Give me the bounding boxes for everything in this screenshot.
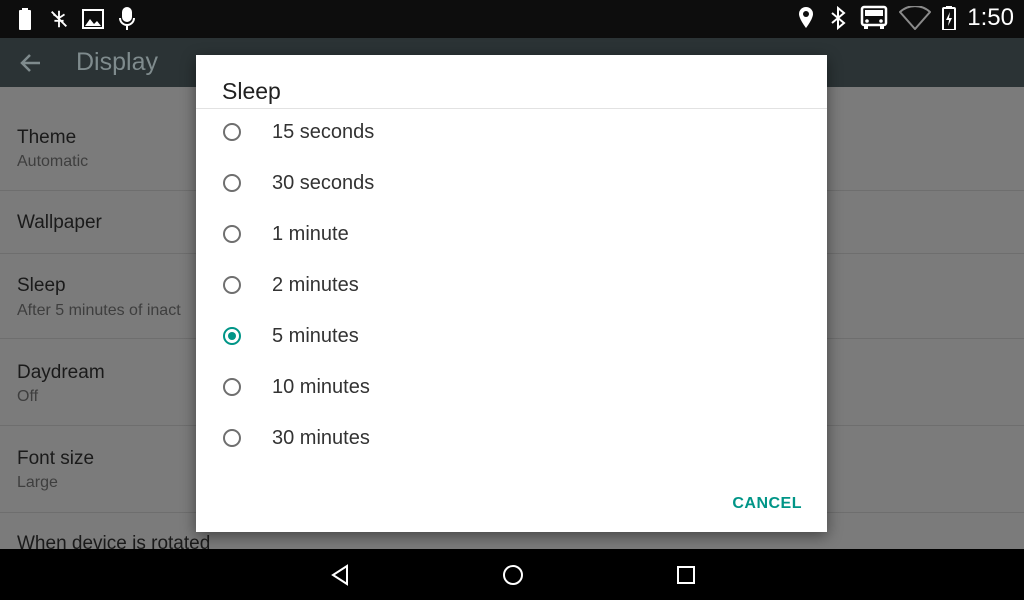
wifi-icon [899, 6, 932, 30]
radio-button[interactable] [223, 225, 241, 243]
navigation-bar [0, 549, 1024, 600]
car-mode-icon [859, 5, 889, 30]
back-arrow-icon[interactable] [18, 50, 44, 76]
option-label: 30 minutes [272, 427, 370, 449]
status-bar: 1:50 [0, 0, 1024, 38]
settings-item-title: Daydream [17, 362, 105, 383]
radio-button[interactable] [223, 276, 241, 294]
status-bar-left-icons [14, 7, 138, 31]
settings-item-subtitle: Automatic [17, 153, 89, 170]
option-label: 1 minute [272, 223, 349, 245]
radio-button-checked[interactable] [223, 327, 241, 345]
sleep-option-15-seconds[interactable]: 15 seconds [196, 109, 827, 160]
battery-icon [14, 7, 36, 31]
sleep-option-1-minute[interactable]: 1 minute [196, 211, 827, 262]
sleep-dialog: Sleep 15 seconds 30 seconds 1 minute 2 m… [196, 55, 827, 532]
recents-icon[interactable] [673, 562, 699, 588]
radio-button[interactable] [223, 174, 241, 192]
sleep-option-10-minutes[interactable]: 10 minutes [196, 364, 827, 415]
bluetooth-icon [827, 6, 849, 30]
option-label: 10 minutes [272, 376, 370, 398]
image-icon [82, 7, 104, 31]
location-icon [795, 6, 817, 30]
radio-button[interactable] [223, 429, 241, 447]
radio-button[interactable] [223, 378, 241, 396]
home-icon[interactable] [500, 562, 526, 588]
option-label: 2 minutes [272, 274, 359, 296]
battery-charging-icon [941, 6, 957, 30]
status-bar-right-icons: 1:50 [795, 4, 1014, 32]
option-label: 30 seconds [272, 172, 375, 194]
settings-item-subtitle: Off [17, 388, 39, 405]
settings-item-title: Sleep [17, 275, 66, 296]
dialog-title: Sleep [222, 78, 281, 104]
settings-item-title: Theme [17, 127, 77, 148]
page-title: Display [76, 48, 158, 76]
sleep-option-30-seconds[interactable]: 30 seconds [196, 160, 827, 211]
option-label: 5 minutes [272, 325, 359, 347]
status-bar-clock: 1:50 [967, 4, 1014, 31]
back-icon[interactable] [327, 562, 353, 588]
settings-item-subtitle: After 5 minutes of inact [17, 302, 181, 319]
cancel-button[interactable]: CANCEL [732, 495, 802, 513]
option-label: 15 seconds [272, 121, 375, 143]
radio-button[interactable] [223, 123, 241, 141]
sleep-option-30-minutes[interactable]: 30 minutes [196, 415, 827, 466]
sleep-option-2-minutes[interactable]: 2 minutes [196, 262, 827, 313]
microphone-icon [116, 7, 138, 31]
usb-debug-icon [48, 7, 70, 31]
settings-item-title: Wallpaper [17, 212, 102, 233]
settings-item-title: Font size [17, 448, 95, 469]
sleep-option-5-minutes[interactable]: 5 minutes [196, 313, 827, 364]
settings-item-subtitle: Large [17, 474, 58, 491]
